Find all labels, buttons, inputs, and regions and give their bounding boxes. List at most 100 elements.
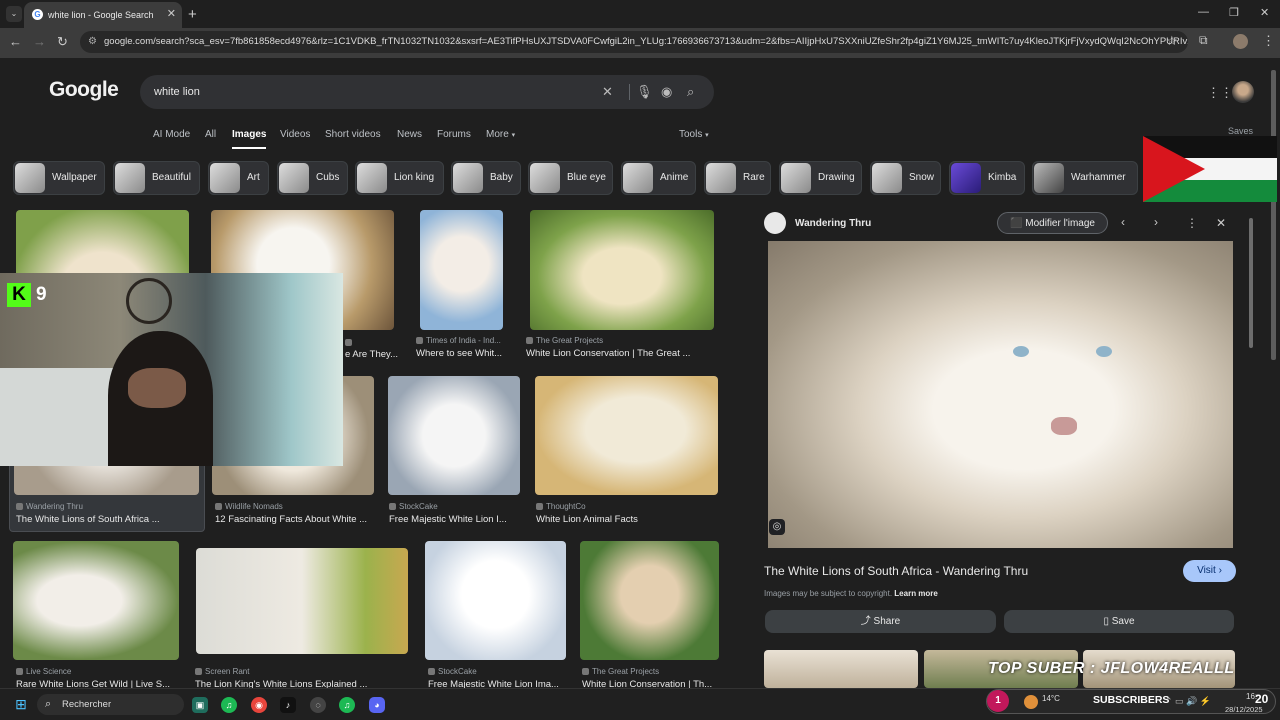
result-caption[interactable]: Free Majestic White Lion I... — [389, 514, 519, 525]
share-label: Share — [873, 616, 901, 627]
tab-more[interactable]: More ▾ — [486, 129, 515, 140]
browser-tab[interactable]: G white lion - Google Search ✕ — [24, 2, 182, 28]
tools-button[interactable]: Tools ▾ — [679, 129, 709, 140]
bookmark-icon: ▯ — [1103, 616, 1109, 627]
learn-more-link[interactable]: Learn more — [894, 589, 938, 598]
close-window-icon[interactable]: ✕ — [1260, 6, 1269, 19]
chip-thumb — [15, 163, 45, 193]
result-image[interactable] — [580, 541, 719, 660]
panel-site-name[interactable]: Wandering Thru — [795, 218, 871, 229]
search-input[interactable]: white lion — [140, 75, 714, 109]
saves-button[interactable]: Saves — [1228, 126, 1253, 136]
result-image[interactable] — [535, 376, 718, 495]
save-button[interactable]: ▯ Save — [1004, 610, 1234, 633]
chip-label: Art — [247, 172, 260, 183]
preview-image[interactable] — [768, 241, 1233, 548]
extensions-icon[interactable]: ⧉ — [1199, 33, 1208, 48]
search-icon[interactable]: ⌕ — [687, 84, 694, 100]
modify-image-button[interactable]: ⬛ Modifier l'image — [997, 212, 1108, 234]
maximize-icon[interactable]: ❐ — [1229, 6, 1239, 19]
modify-image-label: Modifier l'image — [1025, 218, 1095, 229]
spotify-icon[interactable]: ♫ — [339, 697, 355, 713]
tab-all[interactable]: All — [205, 129, 216, 140]
chip-thumb — [357, 163, 387, 193]
tab-search-icon[interactable]: ⌄ — [6, 6, 22, 22]
panel-scrollbar[interactable] — [1249, 218, 1253, 348]
apps-grid-icon[interactable]: ⋮⋮ — [1207, 85, 1233, 101]
obs-icon[interactable]: ◌ — [310, 697, 326, 713]
chrome-icon[interactable]: ◉ — [251, 697, 267, 713]
result-caption[interactable]: Where to see Whit... — [416, 348, 511, 359]
result-image[interactable] — [420, 210, 503, 330]
tab-ai-mode[interactable]: AI Mode — [153, 129, 190, 140]
profile-avatar[interactable] — [1233, 34, 1248, 49]
page-scrollbar[interactable] — [1271, 70, 1276, 360]
google-logo[interactable]: Google — [49, 78, 119, 102]
minimize-icon[interactable]: — — [1198, 6, 1209, 18]
chip-label: Drawing — [818, 172, 855, 183]
chip-snow[interactable]: Snow — [870, 161, 941, 195]
tab-short-videos[interactable]: Short videos — [325, 129, 381, 140]
result-image[interactable] — [13, 541, 179, 660]
chip-label: Lion king — [394, 172, 435, 183]
more-options-icon[interactable]: ⋮ — [1186, 216, 1198, 230]
tab-images[interactable]: Images — [232, 129, 267, 149]
result-caption[interactable]: White Lion Conservation | The Great ... — [526, 348, 716, 359]
result-image[interactable] — [388, 376, 520, 495]
result-caption[interactable]: The White Lions of South Africa ... — [16, 514, 196, 525]
close-panel-icon[interactable]: ✕ — [1216, 216, 1226, 230]
reload-icon[interactable]: ↻ — [57, 34, 68, 50]
address-bar[interactable]: ⚙ google.com/search?sca_esv=7fb861858ecd… — [80, 31, 1188, 53]
result-caption[interactable]: e Are They... — [345, 349, 400, 360]
close-tab-icon[interactable]: ✕ — [167, 7, 176, 20]
tab-videos[interactable]: Videos — [280, 129, 310, 140]
forward-icon[interactable]: → — [33, 34, 46, 49]
chip-baby[interactable]: Baby — [451, 161, 521, 195]
windows-start-icon[interactable]: ⊞ — [13, 696, 29, 712]
tiktok-icon[interactable]: ♪ — [280, 697, 296, 713]
system-tray-icons[interactable]: ⌃ ▭ 🔊 ⚡ — [1165, 696, 1211, 707]
next-icon[interactable]: › — [1154, 215, 1158, 229]
chip-label: Baby — [490, 172, 513, 183]
previous-icon[interactable]: ‹ — [1121, 215, 1125, 229]
visit-button[interactable]: Visit › — [1183, 560, 1236, 582]
chip-cubs[interactable]: Cubs — [277, 161, 348, 195]
discord-icon[interactable]: ◕ — [369, 697, 385, 713]
panel-title[interactable]: The White Lions of South Africa - Wander… — [764, 564, 1028, 578]
microphone-icon[interactable]: 🎙 — [636, 84, 653, 100]
chip-wallpaper[interactable]: Wallpaper — [13, 161, 105, 195]
result-image[interactable] — [530, 210, 714, 330]
chip-blue-eye[interactable]: Blue eye — [528, 161, 613, 195]
result-image[interactable] — [425, 541, 566, 660]
share-button[interactable]: ⤴ Share — [765, 610, 996, 633]
result-caption[interactable]: 12 Fascinating Facts About White ... — [215, 514, 375, 525]
bookmark-star-icon[interactable]: ☆ — [1166, 33, 1178, 49]
chip-rare[interactable]: Rare — [704, 161, 771, 195]
back-icon[interactable]: ← — [9, 34, 22, 49]
chip-drawing[interactable]: Drawing — [779, 161, 862, 195]
result-source: StockCake — [428, 667, 568, 676]
spotify-icon[interactable]: ♫ — [221, 697, 237, 713]
chip-kimba[interactable]: Kimba — [949, 161, 1025, 195]
result-caption[interactable]: White Lion Animal Facts — [536, 514, 716, 525]
site-info-icon[interactable]: ⚙ — [88, 31, 97, 53]
account-avatar[interactable] — [1232, 81, 1254, 103]
new-tab-icon[interactable]: + — [188, 6, 197, 23]
lens-search-icon[interactable]: ◎ — [769, 519, 785, 535]
chip-beautiful[interactable]: Beautiful — [113, 161, 200, 195]
streamer-face — [128, 368, 186, 408]
tab-news[interactable]: News — [397, 129, 422, 140]
chip-art[interactable]: Art — [208, 161, 269, 195]
task-view-icon[interactable]: ▣ — [192, 697, 208, 713]
chip-warhammer[interactable]: Warhammer — [1032, 161, 1138, 195]
tab-forums[interactable]: Forums — [437, 129, 471, 140]
browser-menu-icon[interactable]: ⋮ — [1262, 33, 1275, 49]
related-image[interactable] — [764, 650, 918, 688]
clear-search-icon[interactable]: ✕ — [602, 84, 613, 100]
lens-icon[interactable]: ◉ — [661, 84, 672, 100]
flag-overlay — [1143, 136, 1277, 202]
taskbar-search-box[interactable]: ⌕ Rechercher — [37, 694, 184, 715]
result-image[interactable] — [196, 548, 408, 654]
chip-anime[interactable]: Anime — [621, 161, 696, 195]
chip-lion-king[interactable]: Lion king — [355, 161, 444, 195]
